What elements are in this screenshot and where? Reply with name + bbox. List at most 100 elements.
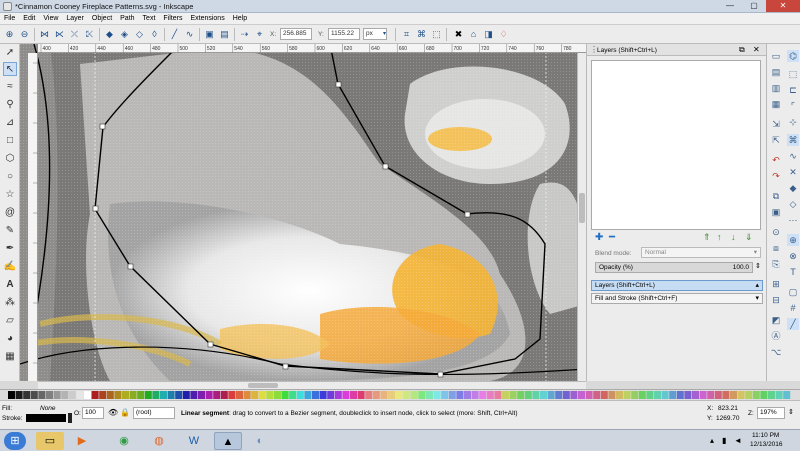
layer-lower-icon[interactable]: ↓ [731, 232, 736, 242]
palette-swatch[interactable] [471, 391, 479, 399]
palette-swatch[interactable] [532, 391, 540, 399]
palette-swatch[interactable] [707, 391, 715, 399]
spray-tool-icon[interactable]: ⁂ [3, 296, 17, 310]
palette-swatch[interactable] [15, 391, 23, 399]
paste-icon[interactable]: ▣ [770, 206, 782, 218]
chrome-taskbar-icon[interactable]: ◉ [110, 432, 138, 450]
path-effect-icon[interactable]: ♢ [497, 28, 510, 41]
palette-swatch[interactable] [357, 391, 365, 399]
palette-swatch[interactable] [213, 391, 221, 399]
stroke-swatch[interactable] [26, 414, 66, 422]
join-nodes-icon[interactable]: ⋈ [38, 28, 51, 41]
palette-swatch[interactable] [524, 391, 532, 399]
menu-edit[interactable]: Edit [19, 13, 39, 25]
snap-guide-icon[interactable]: ╱ [787, 318, 799, 330]
save-icon[interactable]: ▥ [770, 82, 782, 94]
snap-rotation-center-icon[interactable]: ⊗ [787, 250, 799, 262]
symmetric-node-icon[interactable]: ◇ [133, 28, 146, 41]
palette-swatch[interactable] [502, 391, 509, 399]
palette-swatch[interactable] [334, 391, 342, 399]
palette-swatch[interactable] [448, 391, 456, 399]
palette-swatch[interactable] [182, 391, 190, 399]
palette-swatch[interactable] [646, 391, 654, 399]
fill-stroke-dialog-icon[interactable]: ◩ [770, 314, 782, 326]
palette-swatch[interactable] [562, 391, 570, 399]
auto-smooth-node-icon[interactable]: ◊ [148, 28, 161, 41]
network-icon[interactable]: ▮ [722, 436, 726, 445]
palette-swatch[interactable] [418, 391, 426, 399]
volume-icon[interactable]: ◄ [734, 436, 742, 445]
palette-swatch[interactable] [464, 391, 471, 399]
edit-mask-icon[interactable]: ◨ [482, 28, 495, 41]
palette-swatch[interactable] [281, 391, 289, 399]
node-tool-icon[interactable]: ↖ [3, 62, 17, 76]
palette-swatch[interactable] [236, 391, 243, 399]
horizontal-scrollbar[interactable] [38, 381, 586, 389]
3d-box-tool-icon[interactable]: ⬡ [3, 152, 17, 166]
insert-node-icon[interactable]: ⊕ [3, 28, 16, 41]
drawing-canvas[interactable] [20, 44, 586, 381]
snap-page-icon[interactable]: ▢ [787, 286, 799, 298]
snap-smooth-icon[interactable]: ◇ [787, 198, 799, 210]
palette-swatch[interactable] [53, 391, 61, 399]
word-taskbar-icon[interactable]: W [180, 432, 208, 450]
opacity-spin-icon[interactable]: ⇕ [755, 262, 761, 270]
palette-swatch[interactable] [760, 391, 768, 399]
gradient-tool-icon[interactable]: ▦ [3, 350, 17, 364]
palette-swatch[interactable] [388, 391, 395, 399]
menu-path[interactable]: Path [116, 13, 138, 25]
snap-nodes-icon[interactable]: ⌘ [787, 134, 799, 146]
show-transform-handles-icon[interactable]: ⌗ [400, 28, 413, 41]
snap-bbox-midpoint-icon[interactable]: ⊹ [787, 116, 799, 128]
palette-swatch[interactable] [752, 391, 760, 399]
palette-swatch[interactable] [61, 391, 69, 399]
palette-swatch[interactable] [661, 391, 669, 399]
pencil-tool-icon[interactable]: ✎ [3, 224, 17, 238]
clock-date[interactable]: 12/13/2016 [750, 441, 783, 448]
maximize-button[interactable]: ▢ [742, 0, 766, 12]
palette-swatch[interactable] [91, 391, 99, 399]
copy-icon[interactable]: ⧉ [770, 190, 782, 202]
vertical-scrollbar[interactable] [577, 53, 586, 381]
palette-swatch[interactable] [540, 391, 547, 399]
calligraphy-tool-icon[interactable]: ✍ [3, 260, 17, 274]
palette-swatch[interactable] [205, 391, 213, 399]
delete-segment-icon[interactable]: ⤪ [83, 28, 96, 41]
paint-taskbar-icon[interactable]: ◐ [246, 432, 274, 450]
palette-swatch[interactable] [342, 391, 350, 399]
palette-swatch[interactable] [106, 391, 114, 399]
horizontal-ruler[interactable]: 400 420 440 460 480 500 520 540 560 580 600 620 640 6… [38, 44, 586, 53]
snap-paths-icon[interactable]: ∿ [787, 150, 799, 162]
palette-swatch[interactable] [312, 391, 319, 399]
x-coordinate-field[interactable]: 256.885 [280, 28, 312, 40]
palette-swatch[interactable] [266, 391, 274, 399]
y-coordinate-field[interactable]: 1155.22 [328, 28, 360, 40]
palette-swatch[interactable] [783, 391, 791, 399]
print-icon[interactable]: ▦ [770, 98, 782, 110]
rectangle-tool-icon[interactable]: □ [3, 134, 17, 148]
palette-swatch[interactable] [274, 391, 281, 399]
delete-node-icon[interactable]: ⊖ [18, 28, 31, 41]
palette-swatch[interactable] [144, 391, 152, 399]
palette-swatch[interactable] [768, 391, 775, 399]
text-tool-icon[interactable]: A [3, 278, 17, 292]
snap-intersection-icon[interactable]: ✕ [787, 166, 799, 178]
palette-swatch[interactable] [494, 391, 502, 399]
menu-text[interactable]: Text [139, 13, 160, 25]
palette-swatch[interactable] [570, 391, 578, 399]
palette-swatch[interactable] [327, 391, 335, 399]
palette-swatch[interactable] [30, 391, 38, 399]
selector-tool-icon[interactable]: ➚ [3, 46, 17, 60]
palette-swatch[interactable] [608, 391, 616, 399]
palette-swatch[interactable] [616, 391, 623, 399]
palette-swatch[interactable] [76, 391, 84, 399]
firefox-taskbar-icon[interactable]: ◍ [145, 432, 173, 450]
palette-swatch[interactable] [8, 391, 15, 399]
snap-text-baseline-icon[interactable]: T [787, 266, 799, 278]
open-icon[interactable]: ▤ [770, 66, 782, 78]
palette-swatch[interactable] [410, 391, 418, 399]
layer-lock-icon[interactable]: 🔒 [120, 408, 130, 417]
show-outline-icon[interactable]: ⬚ [430, 28, 443, 41]
palette-swatch[interactable] [426, 391, 433, 399]
snap-bbox-icon[interactable]: ⬚ [787, 68, 799, 80]
